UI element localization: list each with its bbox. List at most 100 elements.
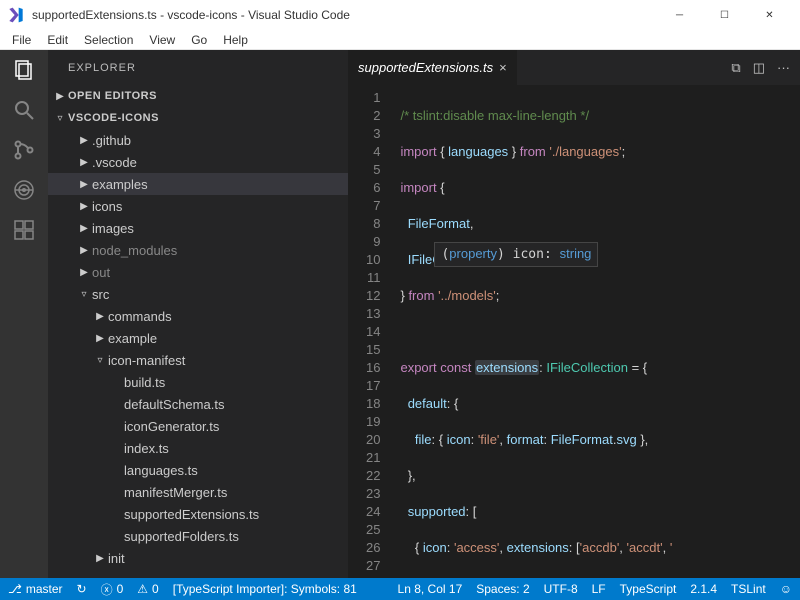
twisty-icon: ▶ — [76, 179, 92, 190]
tree-item-label: index.ts — [124, 441, 169, 456]
tree-item-label: images — [92, 221, 134, 236]
tree-item-label: init — [108, 551, 125, 566]
tree-item[interactable]: supportedExtensions.ts — [48, 503, 348, 525]
tree-item-label: node_modules — [92, 243, 177, 258]
twisty-icon: ▶ — [76, 245, 92, 256]
tree-item-label: defaultSchema.ts — [124, 397, 224, 412]
tree-item-label: supportedExtensions.ts — [124, 507, 259, 522]
tree-item[interactable]: index.ts — [48, 437, 348, 459]
sidebar: EXPLORER ▶OPEN EDITORS ▿VSCODE-ICONS ▶.g… — [48, 50, 348, 578]
editor-tab[interactable]: supportedExtensions.ts × — [348, 50, 517, 85]
menu-help[interactable]: Help — [215, 33, 256, 47]
tree-item[interactable]: supportedFolders.ts — [48, 525, 348, 547]
tab-label: supportedExtensions.ts — [358, 60, 493, 75]
twisty-icon: ▶ — [76, 157, 92, 168]
tree-item[interactable]: ▶example — [48, 327, 348, 349]
tree-item-label: supportedFolders.ts — [124, 529, 239, 544]
menu-file[interactable]: File — [4, 33, 39, 47]
close-window-button[interactable]: ✕ — [747, 0, 792, 30]
close-tab-icon[interactable]: × — [499, 60, 507, 75]
tree-item-label: .vscode — [92, 155, 137, 170]
line-gutter: 1234567891011121314151617181920212223242… — [348, 85, 392, 578]
menu-edit[interactable]: Edit — [39, 33, 76, 47]
vscode-logo-icon — [8, 7, 24, 23]
eol-status[interactable]: LF — [592, 582, 606, 596]
editor-tabs: supportedExtensions.ts × ⧉ ◫ ··· — [348, 50, 800, 85]
search-icon[interactable] — [12, 98, 36, 122]
tree-item[interactable]: languages.ts — [48, 459, 348, 481]
tree-item[interactable]: build.ts — [48, 371, 348, 393]
tree-item-label: iconGenerator.ts — [124, 419, 219, 434]
tree-item-label: out — [92, 265, 110, 280]
tree-item[interactable]: ▶commands — [48, 305, 348, 327]
editor-group: supportedExtensions.ts × ⧉ ◫ ··· 1234567… — [348, 50, 800, 578]
code-content[interactable]: /* tslint:disable max-line-length */ imp… — [392, 85, 800, 578]
tree-item[interactable]: iconGenerator.ts — [48, 415, 348, 437]
source-control-icon[interactable] — [12, 138, 36, 162]
tree-item[interactable]: ▶.vscode — [48, 151, 348, 173]
sidebar-title: EXPLORER — [48, 50, 348, 85]
tslint-status[interactable]: TSLint — [731, 582, 766, 596]
code-area[interactable]: 1234567891011121314151617181920212223242… — [348, 85, 800, 578]
tree-item-label: languages.ts — [124, 463, 198, 478]
indent-status[interactable]: Spaces: 2 — [476, 582, 529, 596]
activity-bar — [0, 50, 48, 578]
tree-item-label: examples — [92, 177, 148, 192]
tree-item[interactable]: ▶out — [48, 261, 348, 283]
tree-item[interactable]: ▶images — [48, 217, 348, 239]
tree-item[interactable]: defaultSchema.ts — [48, 393, 348, 415]
warnings-count[interactable]: ⚠ 0 — [137, 582, 158, 596]
twisty-icon: ▶ — [92, 311, 108, 322]
tree-item[interactable]: ▶init — [48, 547, 348, 569]
twisty-icon: ▿ — [76, 289, 92, 300]
debug-icon[interactable] — [12, 178, 36, 202]
twisty-icon: ▶ — [92, 553, 108, 564]
menu-view[interactable]: View — [141, 33, 183, 47]
titlebar: supportedExtensions.ts - vscode-icons - … — [0, 0, 800, 30]
tree-item[interactable]: ▶.github — [48, 129, 348, 151]
twisty-icon: ▶ — [92, 333, 108, 344]
explorer-tree: ▶OPEN EDITORS ▿VSCODE-ICONS ▶.github▶.vs… — [48, 85, 348, 578]
menu-selection[interactable]: Selection — [76, 33, 141, 47]
maximize-button[interactable]: ☐ — [702, 0, 747, 30]
tree-item-label: src — [92, 287, 109, 302]
tree-item-label: icon-manifest — [108, 353, 185, 368]
hover-tooltip: (property) icon: string — [434, 242, 598, 267]
tree-item[interactable]: ▶icons — [48, 195, 348, 217]
tree-item-label: .github — [92, 133, 131, 148]
tree-item-label: manifestMerger.ts — [124, 485, 227, 500]
tree-item[interactable]: ▶node_modules — [48, 239, 348, 261]
tree-item[interactable]: ▶examples — [48, 173, 348, 195]
twisty-icon: ▶ — [76, 267, 92, 278]
twisty-icon: ▶ — [76, 135, 92, 146]
tree-item-label: build.ts — [124, 375, 165, 390]
cursor-position[interactable]: Ln 8, Col 17 — [398, 582, 463, 596]
ts-importer-status[interactable]: [TypeScript Importer]: Symbols: 81 — [173, 582, 357, 596]
toggle-panel-icon[interactable]: ◫ — [753, 60, 765, 76]
menu-go[interactable]: Go — [183, 33, 215, 47]
tree-item-label: commands — [108, 309, 172, 324]
more-actions-icon[interactable]: ··· — [777, 60, 790, 76]
tree-item-label: icons — [92, 199, 122, 214]
git-branch[interactable]: ⎇ master — [8, 582, 63, 596]
twisty-icon: ▶ — [76, 223, 92, 234]
twisty-icon: ▿ — [92, 355, 108, 366]
twisty-icon: ▶ — [76, 201, 92, 212]
status-bar: ⎇ master ↻ ⓧ 0 ⚠ 0 [TypeScript Importer]… — [0, 578, 800, 600]
language-status[interactable]: TypeScript — [620, 582, 677, 596]
open-editors-section[interactable]: ▶OPEN EDITORS — [48, 85, 348, 107]
tree-item[interactable]: ▿src — [48, 283, 348, 305]
project-section[interactable]: ▿VSCODE-ICONS — [48, 107, 348, 129]
errors-count[interactable]: ⓧ 0 — [101, 581, 124, 598]
tree-item[interactable]: ▿icon-manifest — [48, 349, 348, 371]
minimize-button[interactable]: ─ — [657, 0, 702, 30]
encoding-status[interactable]: UTF-8 — [544, 582, 578, 596]
feedback-icon[interactable]: ☺ — [780, 582, 792, 596]
sync-icon[interactable]: ↻ — [77, 582, 87, 596]
menubar: File Edit Selection View Go Help — [0, 30, 800, 50]
split-editor-icon[interactable]: ⧉ — [731, 60, 740, 76]
extensions-icon[interactable] — [12, 218, 36, 242]
ts-version[interactable]: 2.1.4 — [690, 582, 717, 596]
explorer-icon[interactable] — [12, 58, 36, 82]
tree-item[interactable]: manifestMerger.ts — [48, 481, 348, 503]
